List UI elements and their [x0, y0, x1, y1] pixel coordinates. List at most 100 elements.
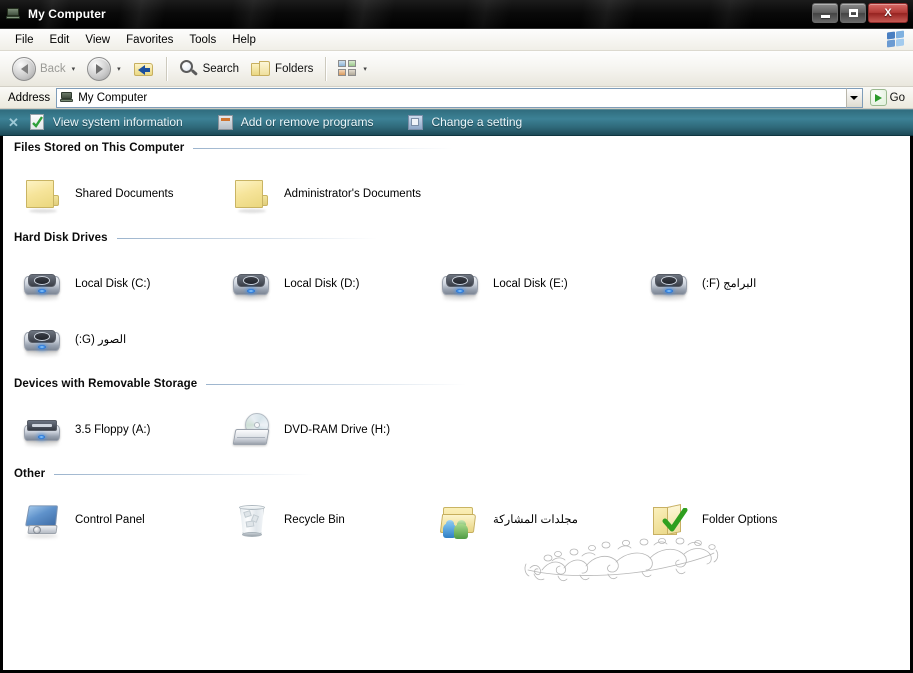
go-button[interactable]: Go: [869, 89, 905, 106]
item-recycle-bin[interactable]: Recycle Bin: [226, 492, 435, 548]
menu-favorites[interactable]: Favorites: [118, 32, 181, 48]
hard-disk-icon: [440, 263, 482, 305]
control-panel-icon: [22, 499, 64, 541]
content-area: Files Stored on This Computer Shared Doc…: [0, 136, 913, 673]
toolbar-separator-2: [325, 56, 327, 81]
back-button[interactable]: Back ▾: [6, 55, 81, 83]
item-label: Control Panel: [75, 513, 145, 526]
group-header-hard-disk-drives: Hard Disk Drives: [3, 226, 910, 246]
item-administrators-documents[interactable]: Administrator's Documents: [226, 166, 435, 222]
title-bar[interactable]: My Computer X: [0, 0, 913, 29]
forward-button[interactable]: ▾: [81, 55, 127, 83]
item-label: DVD-RAM Drive (H:): [284, 423, 391, 436]
search-label: Search: [202, 62, 240, 75]
minimize-button[interactable]: [812, 3, 838, 23]
group-header-other: Other: [3, 462, 910, 482]
item-control-panel[interactable]: Control Panel: [17, 492, 226, 548]
task-label: View system information: [52, 115, 183, 129]
folder-icon: [22, 173, 64, 215]
address-bar: Address My Computer Go: [0, 87, 913, 109]
item-label: Local Disk (D:): [284, 277, 360, 290]
item-label: Recycle Bin: [284, 513, 345, 526]
views-button[interactable]: ▾: [332, 55, 373, 83]
menu-file[interactable]: File: [7, 32, 42, 48]
back-label: Back: [40, 62, 66, 75]
item-folder-options[interactable]: Folder Options: [644, 492, 853, 548]
search-magnifier-icon: [179, 59, 199, 79]
close-icon[interactable]: ✕: [8, 116, 19, 129]
views-dropdown-caret[interactable]: ▾: [363, 65, 367, 73]
group-rule: [116, 237, 377, 239]
item-label: البرامج (F:): [702, 277, 757, 290]
group-title: Other: [14, 468, 46, 480]
maximize-icon: [848, 9, 858, 17]
shared-folders-icon: [439, 499, 482, 541]
hard-disk-icon: [231, 263, 273, 305]
task-label: Add or remove programs: [240, 115, 374, 129]
item-shared-folders[interactable]: مجلدات المشاركة: [435, 492, 644, 548]
group-title: Files Stored on This Computer: [14, 142, 185, 154]
group-rule: [206, 383, 467, 385]
my-computer-icon: [60, 91, 74, 104]
address-input[interactable]: My Computer: [56, 87, 846, 108]
address-dropdown-button[interactable]: [845, 87, 863, 108]
item-label: مجلدات المشاركة: [493, 513, 578, 526]
task-view-system-information[interactable]: View system information: [29, 113, 183, 131]
group-items-files-stored: Shared Documents Administrator's Documen…: [3, 156, 910, 226]
folder-icon: [231, 173, 273, 215]
group-rule: [54, 473, 315, 475]
folders-button[interactable]: Folders: [245, 55, 319, 83]
item-local-disk-d[interactable]: Local Disk (D:): [226, 256, 435, 312]
item-label: 3.5 Floppy (A:): [75, 423, 151, 436]
recycle-bin-icon: [231, 499, 273, 541]
folders-icon: [251, 60, 271, 78]
change-setting-icon: [407, 114, 424, 131]
menu-edit[interactable]: Edit: [42, 32, 78, 48]
item-drive-f[interactable]: البرامج (F:): [644, 256, 853, 312]
item-local-disk-c[interactable]: Local Disk (C:): [17, 256, 226, 312]
group-title: Hard Disk Drives: [14, 232, 108, 244]
go-arrow-icon: [869, 89, 887, 106]
item-label: Local Disk (C:): [75, 277, 151, 290]
close-button[interactable]: X: [868, 3, 908, 23]
chevron-down-icon: [850, 95, 859, 100]
item-local-disk-e[interactable]: Local Disk (E:): [435, 256, 644, 312]
my-computer-window: My Computer X File Edit View Favorites T…: [0, 0, 913, 673]
group-header-files-stored: Files Stored on This Computer: [3, 136, 910, 156]
floppy-drive-icon: [22, 409, 64, 451]
toolbar: Back ▾ ▾ Search Folders ▾: [0, 51, 913, 87]
item-label: Shared Documents: [75, 187, 174, 200]
back-arrow-icon: [12, 56, 36, 81]
folders-label: Folders: [275, 62, 314, 75]
system-info-icon: [29, 113, 46, 131]
item-label: Administrator's Documents: [284, 187, 422, 200]
forward-dropdown-caret[interactable]: ▾: [117, 65, 121, 73]
window-title: My Computer: [28, 7, 106, 21]
green-check-icon: [662, 508, 688, 532]
up-one-level-button[interactable]: [127, 55, 160, 83]
folder-options-icon: [649, 499, 691, 541]
menu-tools[interactable]: Tools: [181, 32, 224, 48]
up-one-level-icon: [133, 60, 154, 78]
menu-view[interactable]: View: [77, 32, 118, 48]
hard-disk-icon: [649, 263, 691, 305]
maximize-button[interactable]: [840, 3, 866, 23]
task-change-a-setting[interactable]: Change a setting: [407, 114, 522, 131]
item-dvd-ram-h[interactable]: DVD-RAM Drive (H:): [226, 402, 435, 458]
item-label: الصور (G:): [75, 333, 127, 346]
task-add-or-remove-programs[interactable]: Add or remove programs: [217, 114, 374, 131]
item-shared-documents[interactable]: Shared Documents: [17, 166, 226, 222]
dvd-ram-drive-icon: [231, 409, 273, 451]
close-icon: X: [884, 6, 892, 19]
group-items-other: Control Panel Recycle Bin مجلدات المشارك…: [3, 482, 910, 552]
item-floppy-a[interactable]: 3.5 Floppy (A:): [17, 402, 226, 458]
back-dropdown-caret[interactable]: ▾: [72, 65, 76, 73]
menu-bar: File Edit View Favorites Tools Help: [0, 29, 913, 51]
group-items-hard-disk-drives: Local Disk (C:) Local Disk (D:) Local Di…: [3, 246, 910, 372]
item-label: Folder Options: [702, 513, 778, 526]
search-button[interactable]: Search: [173, 55, 245, 83]
caption-buttons: X: [812, 3, 908, 23]
task-label: Change a setting: [431, 115, 523, 129]
menu-help[interactable]: Help: [224, 32, 264, 48]
item-drive-g[interactable]: الصور (G:): [17, 312, 226, 368]
